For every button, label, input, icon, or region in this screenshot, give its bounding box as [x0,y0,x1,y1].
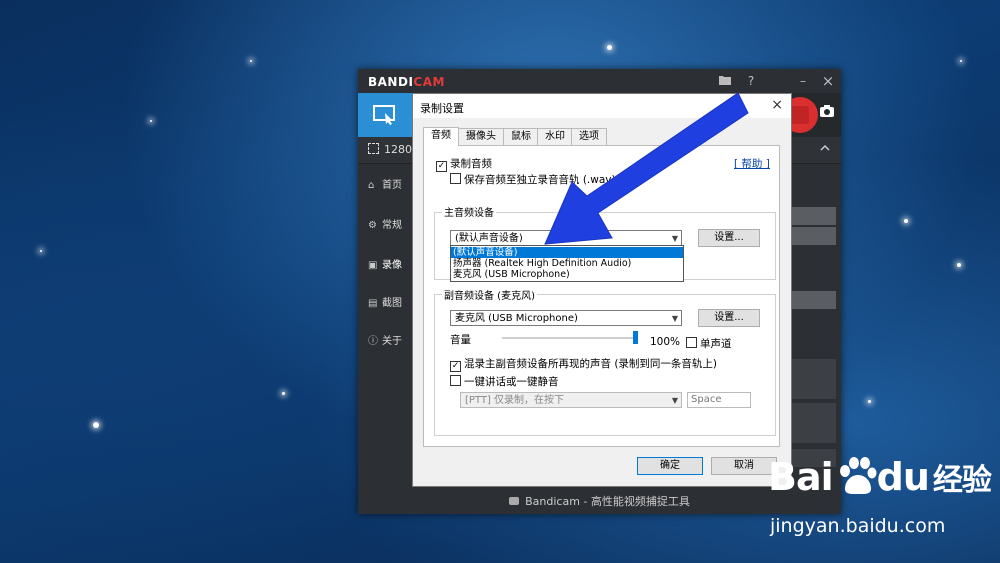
baidu-jingyan-watermark: Bai du 经验 jingyan.baidu.com [768,455,993,545]
watermark-url: jingyan.baidu.com [770,515,946,537]
watermark-logo: Bai du 经验 [768,455,992,499]
paw-icon [840,457,877,494]
